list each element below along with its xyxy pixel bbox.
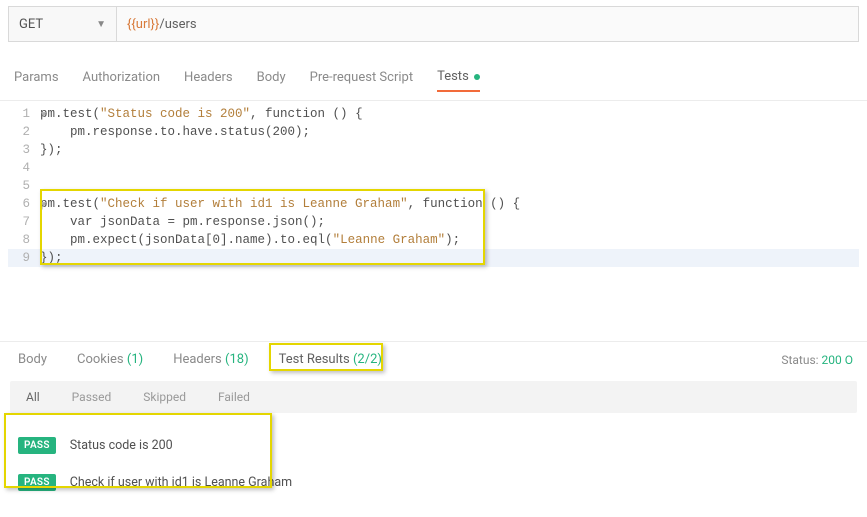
code-string: "Status code is 200" — [100, 107, 250, 121]
line-number: 2 — [8, 123, 40, 141]
line-number: 7 — [8, 213, 40, 231]
code-string: "Leanne Graham" — [333, 233, 446, 247]
tests-modified-dot-icon — [474, 74, 480, 80]
tab-params[interactable]: Params — [14, 68, 59, 91]
resp-cookies-label: Cookies — [77, 352, 124, 367]
tab-authorization[interactable]: Authorization — [83, 68, 161, 91]
url-input[interactable]: {{url}}/users — [116, 6, 859, 42]
code-text: }); — [40, 249, 63, 267]
line-number: 1 — [8, 105, 40, 123]
tests-code-editor[interactable]: 1▼pm.test("Status code is 200", function… — [0, 101, 867, 333]
resp-headers-label: Headers — [173, 352, 222, 367]
filter-failed[interactable]: Failed — [202, 381, 266, 413]
code-text: pm.response.to.have.status(200); — [40, 123, 310, 141]
request-tabs: Params Authorization Headers Body Pre-re… — [0, 53, 867, 101]
test-results-list: PASS Status code is 200 PASS Check if us… — [0, 417, 867, 517]
test-name: Check if user with id1 is Leanne Graham — [70, 475, 292, 490]
tab-tests[interactable]: Tests — [437, 67, 480, 92]
tab-headers[interactable]: Headers — [184, 68, 233, 91]
resp-tab-test-results[interactable]: Test Results (2/2) — [275, 350, 386, 369]
pass-badge: PASS — [18, 474, 56, 491]
status-value: 200 O — [822, 353, 853, 367]
fold-icon[interactable]: ▼ — [41, 196, 46, 214]
response-status: Status: 200 O — [781, 353, 853, 367]
test-name: Status code is 200 — [70, 438, 173, 453]
response-tabs: Body Cookies (1) Headers (18) Test Resul… — [14, 350, 386, 369]
pass-badge: PASS — [18, 437, 56, 454]
line-number: 8 — [8, 231, 40, 249]
resp-headers-count: (18) — [225, 352, 249, 367]
resp-tab-headers[interactable]: Headers (18) — [169, 350, 252, 369]
line-number: 4 — [8, 159, 40, 177]
line-number: 9 — [8, 249, 40, 267]
url-variable: {{url}} — [127, 17, 159, 32]
method-label: GET — [19, 17, 43, 32]
status-label: Status: — [781, 353, 818, 367]
url-path: /users — [159, 17, 196, 32]
fold-icon[interactable]: ▼ — [41, 106, 46, 124]
resp-testresults-count: (2/2) — [353, 352, 382, 367]
line-number: 5 — [8, 177, 40, 195]
filter-all[interactable]: All — [10, 381, 56, 413]
test-filter-row: All Passed Skipped Failed — [10, 381, 857, 413]
line-number: 6 — [8, 195, 40, 213]
line-number: 3 — [8, 141, 40, 159]
test-result-row: PASS Status code is 200 — [10, 427, 857, 464]
test-result-row: PASS Check if user with id1 is Leanne Gr… — [10, 464, 857, 501]
tab-tests-label: Tests — [437, 69, 469, 84]
code-text: var jsonData = pm.response.json(); — [40, 213, 325, 231]
tab-body[interactable]: Body — [257, 68, 286, 91]
tab-prerequest[interactable]: Pre-request Script — [310, 68, 413, 91]
filter-skipped[interactable]: Skipped — [127, 381, 202, 413]
resp-tab-body[interactable]: Body — [14, 350, 51, 369]
resp-tab-cookies[interactable]: Cookies (1) — [73, 350, 147, 369]
code-string: "Check if user with id1 is Leanne Graham… — [100, 197, 408, 211]
chevron-down-icon: ▼ — [96, 19, 106, 30]
code-text: }); — [40, 141, 63, 159]
http-method-select[interactable]: GET ▼ — [8, 6, 116, 42]
filter-passed[interactable]: Passed — [56, 381, 128, 413]
resp-testresults-label: Test Results — [279, 352, 350, 367]
resp-cookies-count: (1) — [127, 352, 143, 367]
